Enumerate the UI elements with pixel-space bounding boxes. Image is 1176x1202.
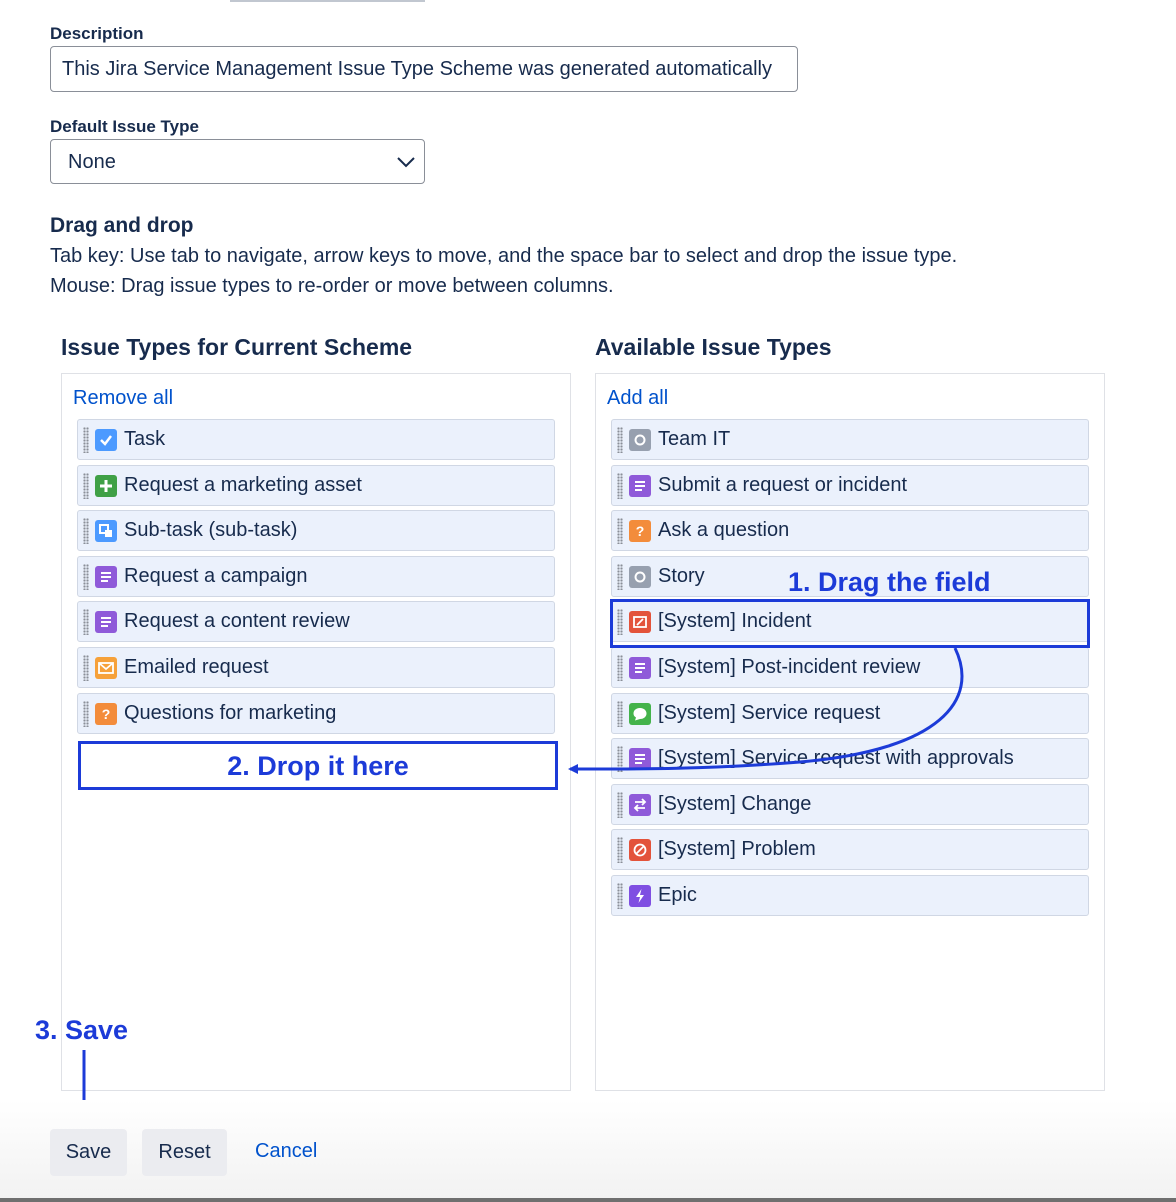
drag-handle-icon[interactable] — [617, 472, 623, 499]
circle-icon — [629, 565, 651, 588]
issue-type-item[interactable]: Sub-task (sub-task) — [77, 510, 555, 552]
issue-type-name: Questions for marketing — [124, 701, 337, 724]
issue-type-item[interactable]: Task — [77, 419, 555, 460]
current-scheme-heading: Issue Types for Current Scheme — [61, 334, 413, 360]
drag-handle-icon[interactable] — [83, 654, 89, 681]
issue-type-item[interactable]: [System] Post-incident review — [611, 646, 1089, 688]
drag-handle-icon[interactable] — [617, 427, 623, 453]
issue-type-name: Task — [124, 428, 166, 450]
plus-icon — [95, 474, 117, 497]
question-icon: ? — [629, 520, 651, 543]
issue-type-item[interactable]: [System] Service request — [611, 692, 1089, 734]
current-scheme-list: Task Request a marketing asset Sub-task … — [77, 419, 555, 738]
issue-type-name: Story — [658, 564, 705, 587]
issue-type-name: [System] Change — [658, 792, 812, 815]
description-label: Description — [50, 24, 144, 43]
issue-type-item[interactable]: Request a campaign — [77, 555, 555, 597]
issue-type-item[interactable]: Request a content review — [77, 601, 555, 643]
drag-handle-icon[interactable] — [83, 472, 89, 499]
step1-annotation: 1. Drag the field — [788, 567, 991, 597]
issue-type-name: [System] Post-incident review — [658, 655, 921, 678]
drag-handle-icon[interactable] — [617, 609, 623, 636]
lines-icon — [629, 474, 651, 497]
issue-type-name: Request a content review — [124, 610, 350, 633]
issue-type-item[interactable]: Request a marketing asset — [77, 464, 555, 506]
bottom-divider — [0, 1198, 1176, 1202]
issue-type-item[interactable]: Submit a request or incident — [611, 464, 1089, 506]
drag-handle-icon[interactable] — [617, 882, 623, 909]
save-button[interactable]: Save — [50, 1129, 127, 1176]
available-types-list: Team IT Submit a request or incident ? A… — [611, 419, 1089, 921]
top-divider — [230, 0, 425, 2]
step3-annotation: 3. Save — [35, 1015, 129, 1045]
issue-type-name: [System] Incident — [658, 610, 812, 633]
issue-type-name: Ask a question — [658, 519, 790, 542]
no-entry-icon — [629, 839, 651, 862]
swap-icon — [629, 793, 651, 816]
available-types-heading: Available Issue Types — [595, 334, 832, 360]
issue-type-name: Request a campaign — [124, 564, 308, 587]
issue-type-item[interactable]: Epic — [611, 874, 1089, 916]
drag-handle-icon[interactable] — [617, 563, 623, 590]
subtask-icon — [95, 520, 117, 543]
drag-handle-icon[interactable] — [617, 654, 623, 681]
remove-all-link[interactable]: Remove all — [73, 387, 173, 410]
chevron-down-icon — [397, 157, 415, 168]
lines-icon — [95, 565, 117, 588]
checkbox-icon — [95, 429, 117, 451]
drag-handle-icon[interactable] — [617, 746, 623, 773]
add-all-link[interactable]: Add all — [607, 387, 668, 410]
drag-drop-title: Drag and drop — [50, 214, 194, 237]
drag-handle-icon[interactable] — [83, 609, 89, 636]
lines-icon — [629, 656, 651, 679]
issue-type-name: Request a marketing asset — [124, 473, 362, 496]
drag-handle-icon[interactable] — [617, 837, 623, 864]
envelope-icon — [95, 656, 117, 679]
issue-type-name: [System] Service request — [658, 701, 881, 724]
issue-type-item[interactable]: [System] Service request with approvals — [611, 738, 1089, 780]
lines-icon — [95, 611, 117, 634]
drag-handle-icon[interactable] — [83, 427, 89, 453]
issue-type-item[interactable]: [System] Problem — [611, 829, 1089, 871]
lightning-icon — [629, 884, 651, 907]
issue-type-item[interactable]: Emailed request — [77, 646, 555, 688]
question-icon: ? — [95, 702, 117, 725]
issue-type-item[interactable]: ? Questions for marketing — [77, 692, 555, 734]
drag-handle-icon[interactable] — [83, 700, 89, 727]
issue-type-name: [System] Problem — [658, 838, 816, 861]
drag-handle-icon[interactable] — [617, 518, 623, 545]
help-mouse-text: Mouse: Drag issue types to re-order or m… — [50, 275, 614, 297]
issue-type-name: Team IT — [658, 428, 731, 450]
step2-annotation: 2. Drop it here — [227, 751, 409, 781]
issue-type-item[interactable]: [System] Change — [611, 783, 1089, 825]
lines-icon — [629, 748, 651, 771]
circle-icon — [629, 429, 651, 451]
help-tab-text: Tab key: Use tab to navigate, arrow keys… — [50, 245, 958, 267]
issue-type-name: [System] Service request with approvals — [658, 747, 1014, 770]
drag-handle-icon[interactable] — [617, 700, 623, 727]
issue-type-name: Submit a request or incident — [658, 473, 908, 496]
reset-button[interactable]: Reset — [142, 1129, 227, 1176]
chat-icon — [629, 702, 651, 725]
default-issue-type-label: Default Issue Type — [50, 117, 199, 136]
cancel-link[interactable]: Cancel — [255, 1140, 317, 1163]
drag-handle-icon[interactable] — [617, 791, 623, 818]
drag-handle-icon[interactable] — [83, 563, 89, 590]
issue-type-name: Epic — [658, 883, 697, 906]
default-issue-type-value: None — [68, 151, 116, 173]
issue-type-item[interactable]: Team IT — [611, 419, 1089, 460]
drag-handle-icon[interactable] — [83, 518, 89, 545]
description-input[interactable] — [50, 46, 798, 92]
issue-type-name: Emailed request — [124, 655, 269, 678]
default-issue-type-select[interactable]: None — [50, 139, 425, 184]
incident-icon — [629, 611, 651, 634]
issue-type-name: Sub-task (sub-task) — [124, 519, 298, 542]
issue-type-item[interactable]: ? Ask a question — [611, 510, 1089, 552]
issue-type-item[interactable]: [System] Incident — [611, 601, 1089, 643]
